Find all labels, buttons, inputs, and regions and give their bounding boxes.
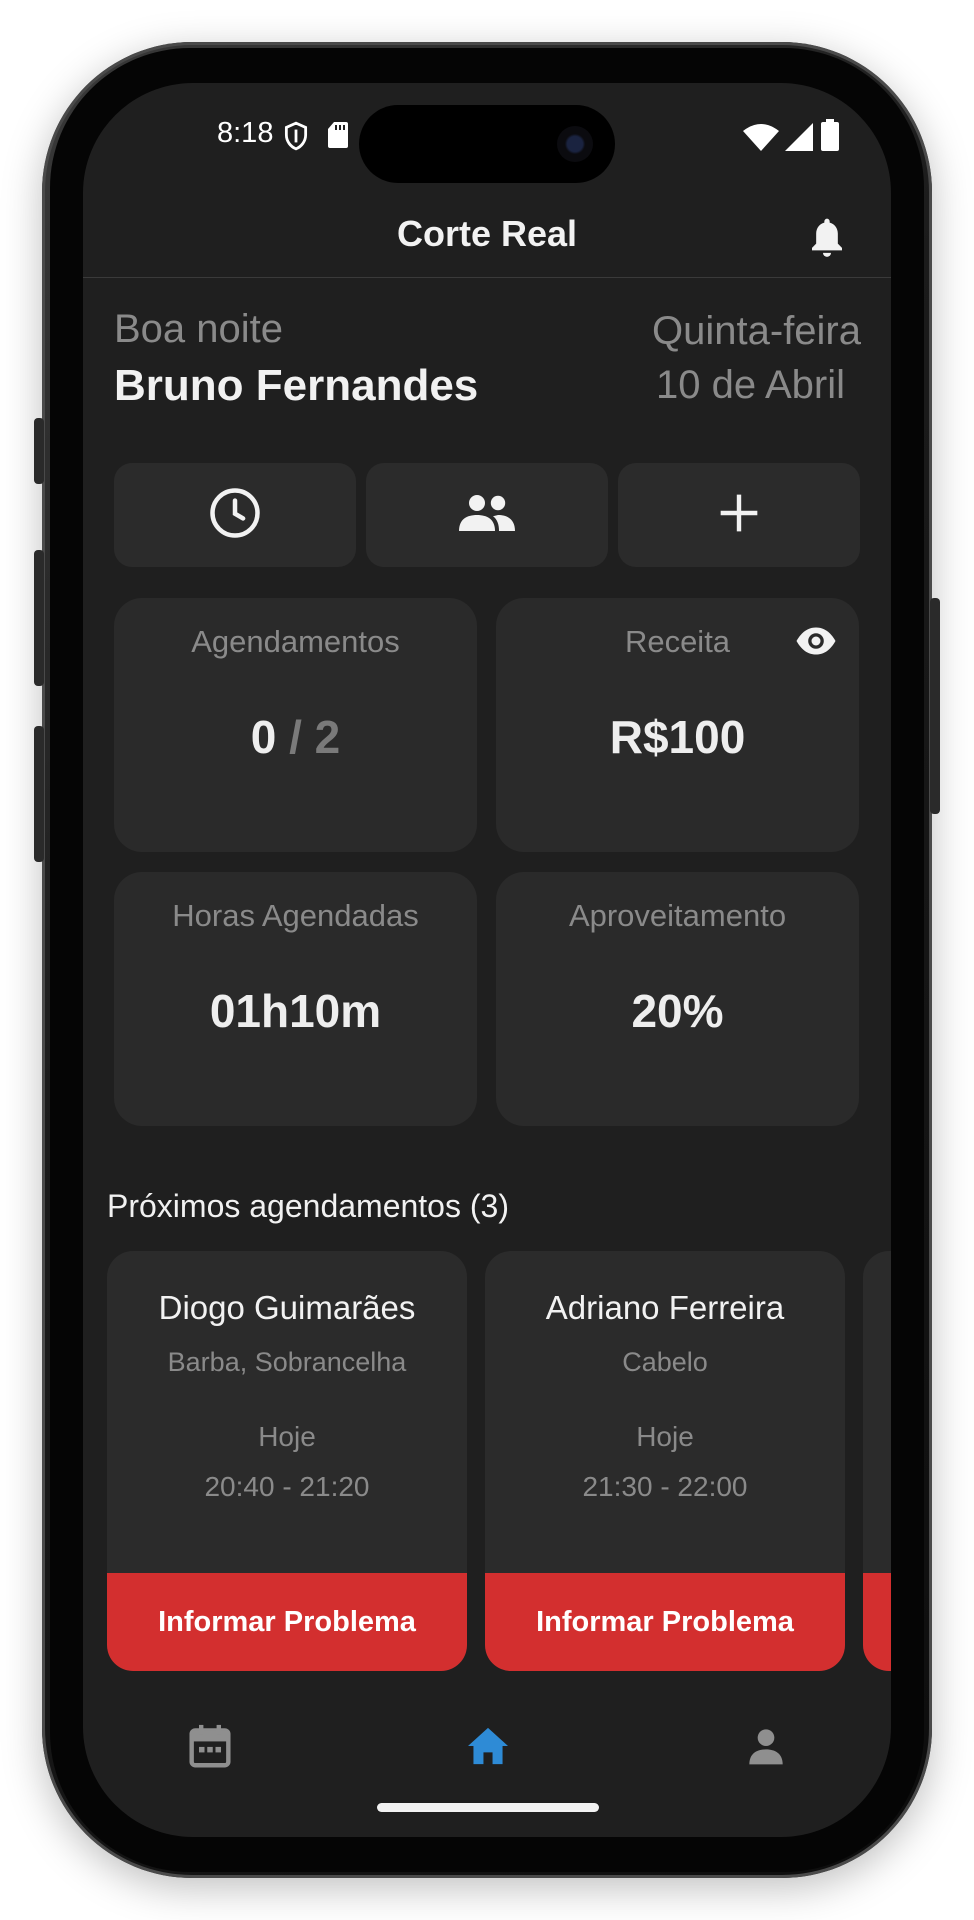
upcoming-title: Próximos agendamentos (3) [107,1188,509,1224]
appointment-service: Barba, Sobrancelha [167,1347,407,1377]
date-weekday: Quinta-feira [652,309,861,353]
shield-icon [283,121,309,156]
status-bar: 8:18 [83,83,891,193]
signal-icon [785,123,813,156]
appointment-day: Hoje [636,1421,694,1452]
appointment-time: 20:40 - 21:20 [204,1471,370,1502]
people-icon [457,491,517,540]
appointments-card: Agendamentos 0 / 2 [114,598,477,852]
revenue-value: R$100 [609,711,746,763]
side-button-volume-up [34,550,44,686]
appointment-day: Hoje [258,1421,316,1452]
bell-icon[interactable] [807,215,847,264]
wifi-icon [743,123,779,156]
calendar-icon [188,1723,232,1774]
eye-icon[interactable] [795,626,837,661]
nav-home[interactable] [453,1713,523,1783]
home-icon [466,1726,510,1771]
greeting-salutation: Boa noite [114,307,284,351]
appointment-client: Adriano Ferreira [545,1289,785,1326]
date-day: 10 de Abril [655,363,845,407]
hours-card: Horas Agendadas 01h10m [114,872,477,1126]
hours-value: 01h10m [209,985,382,1037]
clients-button[interactable] [366,463,608,567]
battery-icon [821,119,839,156]
appointments-label: Agendamentos [191,624,400,659]
utilization-card: Aproveitamento 20% [496,872,859,1126]
sd-card-icon [327,121,349,154]
utilization-label: Aproveitamento [568,898,787,933]
add-appointment-button[interactable] [618,463,860,567]
clock-icon [208,486,262,545]
appointments-value: 0 / 2 [114,710,477,764]
hours-label: Horas Agendadas [172,898,419,933]
side-button-action [34,418,44,484]
nav-calendar[interactable] [175,1713,245,1783]
report-problem-button-peek[interactable] [863,1573,891,1671]
appointment-client: Diogo Guimarães [158,1289,416,1326]
appointments-separator: / [289,711,302,763]
side-button-volume-down [34,726,44,862]
report-problem-button[interactable]: Informar Problema [107,1573,467,1671]
revenue-card: Receita R$100 [496,598,859,852]
appointment-card[interactable]: Diogo Guimarães Barba, Sobrancelha Hoje … [107,1251,467,1671]
nav-profile[interactable] [731,1713,801,1783]
greeting-name: Bruno Fernandes [114,361,479,410]
side-button-power [930,598,940,814]
appointments-done: 0 [250,711,277,763]
home-indicator[interactable] [377,1803,599,1812]
plus-icon [717,491,761,540]
camera-icon [557,126,593,162]
appointment-time: 21:30 - 22:00 [582,1471,748,1502]
status-time: 8:18 [217,117,274,149]
dynamic-island [359,105,615,183]
appointment-service: Cabelo [622,1347,708,1377]
schedule-history-button[interactable] [114,463,356,567]
app-screen: 8:18 Corte Real Boa noite Bruno Fernande… [83,83,891,1837]
person-icon [746,1726,786,1771]
appointments-total: 2 [314,711,341,763]
app-title: Corte Real [396,213,578,254]
appointment-card[interactable]: Adriano Ferreira Cabelo Hoje 21:30 - 22:… [485,1251,845,1671]
utilization-value: 20% [631,985,724,1037]
appointment-card-peek[interactable] [863,1251,891,1671]
app-header: Corte Real [83,193,891,278]
report-problem-button[interactable]: Informar Problema [485,1573,845,1671]
